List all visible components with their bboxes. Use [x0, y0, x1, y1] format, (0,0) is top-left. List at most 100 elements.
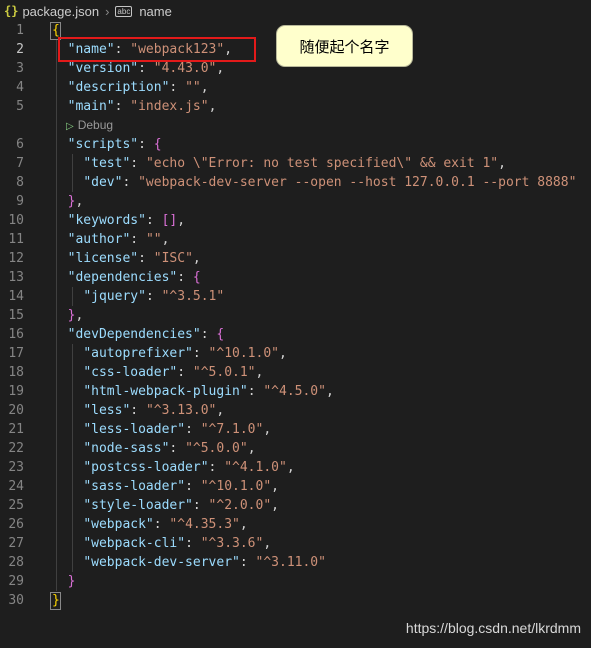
code-text: }, [52, 192, 84, 211]
line-number: 29 [8, 574, 24, 589]
code-token: "^4.35.3" [169, 517, 240, 532]
code-line[interactable]: 16 "devDependencies": { [0, 325, 591, 344]
line-number: 20 [8, 403, 24, 418]
code-line[interactable]: 6 "scripts": { [0, 135, 591, 154]
code-line[interactable]: 24 "sass-loader": "^10.1.0", [0, 477, 591, 496]
breadcrumb: {} package.json › abc name [0, 0, 591, 22]
code-token: : [247, 384, 264, 399]
code-line[interactable]: 28 "webpack-dev-server": "^3.11.0" [0, 553, 591, 572]
code-token: "" [145, 232, 162, 247]
code-line[interactable]: 8 "dev": "webpack-dev-server --open --ho… [0, 173, 591, 192]
code-token: "^10.1.0" [200, 479, 272, 494]
line-number: 18 [8, 365, 24, 380]
code-line[interactable]: 23 "postcss-loader": "^4.1.0", [0, 458, 591, 477]
line-number: 4 [16, 80, 24, 95]
line-number: 21 [8, 422, 24, 437]
code-line[interactable]: 7 "test": "echo \"Error: no test specifi… [0, 154, 591, 173]
code-token: "" [185, 80, 201, 95]
code-token: "style-loader" [83, 498, 193, 513]
code-token: "css-loader" [83, 365, 178, 380]
code-line[interactable]: 18 "css-loader": "^5.0.1", [0, 363, 591, 382]
code-line[interactable]: 11 "author": "", [0, 230, 591, 249]
code-line[interactable]: 30} [0, 591, 591, 610]
code-token: "^4.5.0" [263, 384, 326, 399]
code-line[interactable]: 15 }, [0, 306, 591, 325]
code-token: "^3.13.0" [145, 403, 217, 418]
code-line[interactable]: 20 "less": "^3.13.0", [0, 401, 591, 420]
code-token: "^5.0.1" [192, 365, 256, 380]
code-line[interactable]: 29 } [0, 572, 591, 591]
code-token: "keywords" [67, 213, 146, 228]
annotation-callout: 随便起个名字 [276, 25, 413, 67]
code-line[interactable]: 14 "jquery": "^3.5.1" [0, 287, 591, 306]
code-token: : [177, 365, 193, 380]
code-token: , [192, 251, 201, 266]
code-line[interactable]: 27 "webpack-cli": "^3.3.6", [0, 534, 591, 553]
watermark: https://blog.csdn.net/lkrdmm [405, 620, 581, 636]
line-number: 17 [8, 346, 24, 361]
debug-codelens[interactable]: ▷ Debug [66, 117, 113, 133]
play-icon: ▷ [66, 121, 74, 132]
code-token: : [138, 61, 154, 76]
code-line[interactable]: 10 "keywords": [], [0, 211, 591, 230]
code-line[interactable]: 25 "style-loader": "^2.0.0", [0, 496, 591, 515]
line-number: 9 [16, 194, 24, 209]
code-token: "author" [67, 232, 131, 247]
breadcrumb-file[interactable]: package.json [22, 4, 99, 19]
code-line[interactable]: 9 }, [0, 192, 591, 211]
code-line[interactable]: 26 "webpack": "^4.35.3", [0, 515, 591, 534]
code-text: "devDependencies": { [52, 325, 225, 344]
code-token: "webpack" [83, 517, 154, 532]
code-token: , [325, 384, 334, 399]
line-number: 8 [16, 175, 24, 190]
code-line[interactable]: 19 "html-webpack-plugin": "^4.5.0", [0, 382, 591, 401]
line-number: 14 [8, 289, 24, 304]
line-number: 3 [16, 61, 24, 76]
code-text: "scripts": { [52, 135, 162, 154]
code-line[interactable]: 21 "less-loader": "^7.1.0", [0, 420, 591, 439]
code-token: "^3.11.0" [255, 555, 326, 570]
code-token: , [247, 441, 256, 456]
code-text: "postcss-loader": "^4.1.0", [52, 458, 294, 477]
code-token: "test" [83, 156, 131, 171]
line-number: 25 [8, 498, 24, 513]
code-line[interactable]: 12 "license": "ISC", [0, 249, 591, 268]
code-line[interactable]: 4 "description": "", [0, 78, 591, 97]
code-token: "autoprefixer" [83, 346, 193, 361]
code-token: : [185, 422, 201, 437]
code-text: } [52, 572, 76, 591]
code-token: : [185, 479, 201, 494]
code-token: { [153, 137, 162, 152]
code-token: : [130, 403, 146, 418]
code-line[interactable]: 13 "dependencies": { [0, 268, 591, 287]
code-token: , [271, 498, 279, 513]
code-token: : [130, 232, 146, 247]
code-token: , [208, 99, 217, 114]
code-line[interactable]: 22 "node-sass": "^5.0.0", [0, 439, 591, 458]
code-line[interactable]: 5 "main": "index.js", [0, 97, 591, 116]
string-symbol-icon: abc [115, 5, 133, 17]
code-token: : [177, 270, 193, 285]
code-token: "echo \"Error: no test specified\" && ex… [145, 156, 499, 171]
line-number: 22 [8, 441, 24, 456]
code-text: }, [52, 306, 84, 325]
line-number: 24 [8, 479, 24, 494]
code-text: "keywords": [], [52, 211, 185, 230]
breadcrumb-symbol[interactable]: name [139, 4, 172, 19]
code-token: [] [161, 213, 178, 228]
code-token: , [263, 536, 272, 551]
code-token: "^5.0.0" [185, 441, 248, 456]
code-token: : [192, 498, 209, 513]
code-token: , [279, 346, 287, 361]
code-token: , [271, 479, 279, 494]
line-number: 15 [8, 308, 24, 323]
code-line[interactable]: 17 "autoprefixer": "^10.1.0", [0, 344, 591, 363]
